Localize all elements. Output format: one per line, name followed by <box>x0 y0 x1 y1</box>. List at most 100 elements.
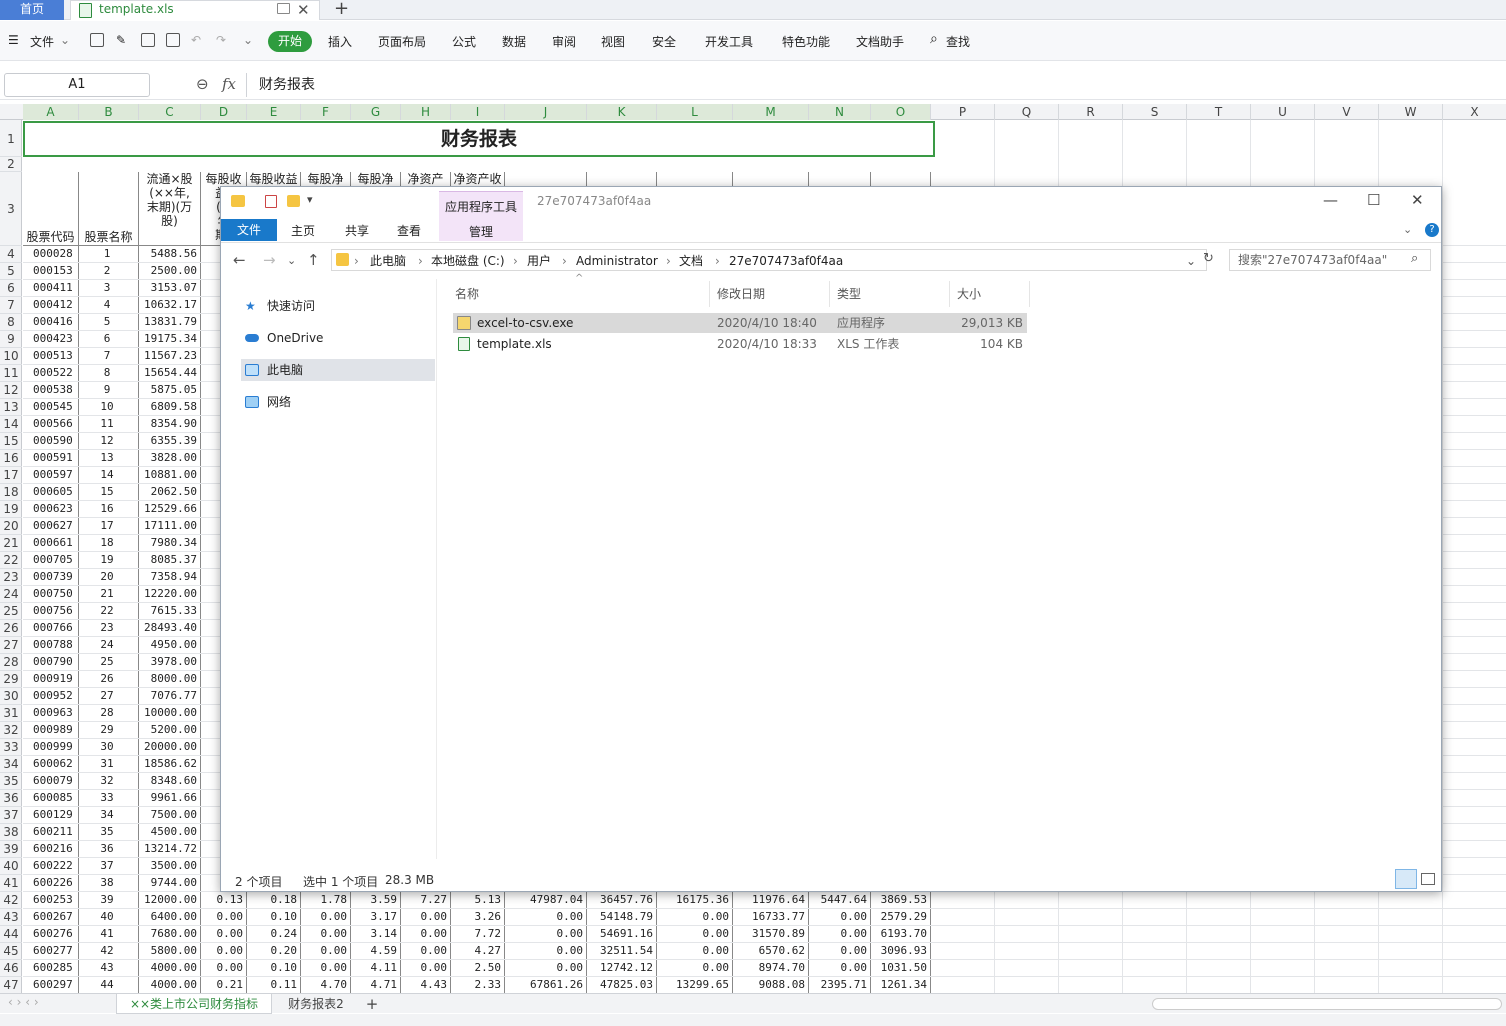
details-view-icon[interactable] <box>1395 869 1417 889</box>
data-cell[interactable]: 2579.29 <box>871 909 927 925</box>
data-cell[interactable]: 000739 <box>23 569 75 585</box>
data-cell[interactable]: 23 <box>79 620 135 636</box>
data-cell[interactable]: 5447.64 <box>809 892 867 908</box>
breadcrumb-this-pc[interactable]: 此电脑 <box>370 251 406 271</box>
column-divider[interactable] <box>709 281 710 307</box>
data-cell[interactable]: 7.27 <box>401 892 448 908</box>
data-cell[interactable]: 4 <box>79 297 135 313</box>
data-cell[interactable]: 000028 <box>23 246 75 262</box>
data-cell[interactable]: 0.00 <box>809 960 868 976</box>
data-cell[interactable]: 000545 <box>23 399 75 415</box>
data-cell[interactable]: 28 <box>79 705 135 721</box>
data-cell[interactable]: 22 <box>79 603 135 619</box>
data-cell[interactable]: 34 <box>79 807 135 823</box>
data-cell[interactable]: 12 <box>79 433 135 449</box>
data-cell[interactable]: 32511.54 <box>587 943 653 959</box>
data-cell[interactable]: 7500.00 <box>139 807 197 823</box>
data-cell[interactable]: 36 <box>79 841 135 857</box>
column-divider[interactable] <box>1029 281 1030 307</box>
data-cell[interactable]: 000766 <box>23 620 75 636</box>
data-cell[interactable]: 600297 <box>23 977 75 993</box>
tab-file[interactable]: 文件 <box>221 219 277 241</box>
data-cell[interactable]: 43 <box>79 960 135 976</box>
data-cell[interactable]: 0.00 <box>809 926 868 942</box>
data-cell[interactable]: 0.11 <box>247 977 298 993</box>
data-cell[interactable]: 1 <box>79 246 135 262</box>
data-cell[interactable]: 000705 <box>23 552 75 568</box>
data-cell[interactable]: 0.00 <box>201 943 244 959</box>
data-cell[interactable]: 54691.16 <box>587 926 653 942</box>
data-cell[interactable]: 9744.00 <box>139 875 197 891</box>
breadcrumb-documents[interactable]: 文档 <box>679 251 703 271</box>
data-cell[interactable]: 9088.08 <box>733 977 805 993</box>
data-cell[interactable]: 5.13 <box>451 892 502 908</box>
data-cell[interactable]: 9 <box>79 382 135 398</box>
data-cell[interactable]: 3828.00 <box>139 450 197 466</box>
data-cell[interactable]: 000623 <box>23 501 75 517</box>
data-cell[interactable]: 1031.50 <box>871 960 927 976</box>
ribbon-expand-icon[interactable]: ⌄ <box>1403 223 1412 236</box>
nav-this-pc[interactable]: 此电脑 <box>241 359 435 381</box>
data-cell[interactable]: 36457.76 <box>587 892 653 908</box>
nav-onedrive[interactable]: OneDrive <box>245 327 435 349</box>
data-cell[interactable]: 4.11 <box>351 960 398 976</box>
data-cell[interactable]: 0.00 <box>401 943 448 959</box>
data-cell[interactable]: 600222 <box>23 858 75 874</box>
column-divider[interactable] <box>949 281 950 307</box>
address-bar[interactable]: › 此电脑 › 本地磁盘 (C:) › 用户 › Administrator ›… <box>331 249 1207 271</box>
data-cell[interactable]: 0.00 <box>301 943 348 959</box>
data-cell[interactable]: 0.00 <box>401 909 448 925</box>
data-cell[interactable]: 600253 <box>23 892 75 908</box>
data-cell[interactable]: 000919 <box>23 671 75 687</box>
data-cell[interactable]: 8974.70 <box>733 960 805 976</box>
data-cell[interactable]: 6193.70 <box>871 926 927 942</box>
data-cell[interactable]: 000591 <box>23 450 75 466</box>
data-cell[interactable]: 0.00 <box>201 926 244 942</box>
data-cell[interactable]: 000412 <box>23 297 75 313</box>
file-row[interactable]: template.xls 2020/4/10 18:33 XLS 工作表 104… <box>453 334 1027 354</box>
breadcrumb-local-disk[interactable]: 本地磁盘 (C:) <box>431 251 505 271</box>
search-input[interactable]: 搜索"27e707473af0f4aa" <box>1229 249 1431 271</box>
data-cell[interactable]: 7980.34 <box>139 535 197 551</box>
column-type[interactable]: 类型 <box>837 285 861 302</box>
nav-quick-access[interactable]: ★ 快速访问 <box>245 295 435 317</box>
data-cell[interactable]: 0.00 <box>301 909 348 925</box>
data-cell[interactable]: 15654.44 <box>139 365 197 381</box>
data-cell[interactable]: 11 <box>79 416 135 432</box>
data-cell[interactable]: 3.17 <box>351 909 398 925</box>
column-name[interactable]: 名称 <box>455 285 479 302</box>
data-cell[interactable]: 000423 <box>23 331 75 347</box>
data-cell[interactable]: 4950.00 <box>139 637 197 653</box>
new-folder-icon[interactable] <box>287 195 300 207</box>
tab-home[interactable]: 主页 <box>291 222 315 239</box>
breadcrumb-users[interactable]: 用户 <box>527 251 551 271</box>
quick-access-dropdown-icon[interactable]: ▾ <box>307 193 313 206</box>
column-divider[interactable] <box>829 281 830 307</box>
data-cell[interactable]: 000627 <box>23 518 75 534</box>
data-cell[interactable]: 0.13 <box>201 892 244 908</box>
data-cell[interactable]: 16175.36 <box>657 892 729 908</box>
data-cell[interactable]: 3 <box>79 280 135 296</box>
large-icons-view-icon[interactable] <box>1421 873 1435 885</box>
data-cell[interactable]: 0.18 <box>247 892 298 908</box>
data-cell[interactable]: 25 <box>79 654 135 670</box>
data-cell[interactable]: 2.50 <box>451 960 502 976</box>
data-cell[interactable]: 0.00 <box>505 960 584 976</box>
data-cell[interactable]: 4500.00 <box>139 824 197 840</box>
sheet-tab-active[interactable]: ××类上市公司财务指标 <box>116 994 272 1014</box>
data-cell[interactable]: 35 <box>79 824 135 840</box>
data-cell[interactable]: 600079 <box>23 773 75 789</box>
data-cell[interactable]: 21 <box>79 586 135 602</box>
data-cell[interactable]: 19 <box>79 552 135 568</box>
data-cell[interactable]: 000416 <box>23 314 75 330</box>
data-cell[interactable]: 8000.00 <box>139 671 197 687</box>
breadcrumb-current-folder[interactable]: 27e707473af0f4aa <box>729 251 843 271</box>
data-cell[interactable]: 0.20 <box>247 943 298 959</box>
add-sheet-button[interactable]: + <box>362 994 382 1014</box>
data-cell[interactable]: 0.21 <box>201 977 244 993</box>
data-cell[interactable]: 600285 <box>23 960 75 976</box>
data-cell[interactable]: 10000.00 <box>139 705 197 721</box>
data-cell[interactable]: 600276 <box>23 926 75 942</box>
recent-dropdown-icon[interactable]: ⌄ <box>287 254 296 267</box>
data-cell[interactable]: 000952 <box>23 688 75 704</box>
